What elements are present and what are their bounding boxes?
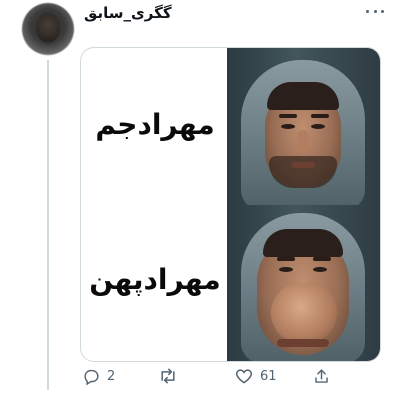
avatar-face xyxy=(36,13,60,43)
eye xyxy=(281,124,295,129)
like-button[interactable]: 61 xyxy=(234,364,277,388)
username[interactable]: گگری_سابق xyxy=(84,4,172,22)
tweet-media-image[interactable]: مهرادجم مهرادپهن xyxy=(80,47,381,362)
share-button[interactable] xyxy=(312,364,331,388)
big-nose xyxy=(271,283,337,343)
meme-photo-normal-face xyxy=(227,48,380,205)
meme-photo-wide-face xyxy=(227,205,380,361)
more-options-button[interactable] xyxy=(366,6,384,16)
retweet-button[interactable] xyxy=(158,364,184,388)
hair xyxy=(267,82,339,110)
more-dot xyxy=(381,9,384,13)
like-icon xyxy=(234,366,254,386)
share-icon xyxy=(312,367,331,386)
more-dot xyxy=(373,9,377,13)
eyebrow xyxy=(313,257,331,261)
eye xyxy=(279,267,293,272)
lips xyxy=(291,162,315,168)
reply-count: 2 xyxy=(107,368,116,384)
avatar[interactable] xyxy=(22,3,74,55)
lips xyxy=(277,339,329,347)
eye xyxy=(311,124,325,129)
more-dot xyxy=(366,9,369,13)
thread-connector-line xyxy=(47,60,49,390)
eyebrow xyxy=(311,114,329,118)
nose xyxy=(297,130,309,154)
hair xyxy=(263,229,343,257)
beard xyxy=(269,156,337,188)
meme-label-top: مهرادجم xyxy=(95,108,215,141)
eyebrow xyxy=(277,257,295,261)
reply-icon xyxy=(82,367,101,386)
eye xyxy=(313,267,327,272)
eyebrow xyxy=(279,114,297,118)
tweet-actions-bar: 2 61 xyxy=(80,364,380,388)
reply-button[interactable]: 2 xyxy=(82,364,115,388)
like-count: 61 xyxy=(260,368,277,384)
meme-label-bottom: مهرادپهن xyxy=(89,263,221,296)
retweet-icon xyxy=(158,366,178,386)
